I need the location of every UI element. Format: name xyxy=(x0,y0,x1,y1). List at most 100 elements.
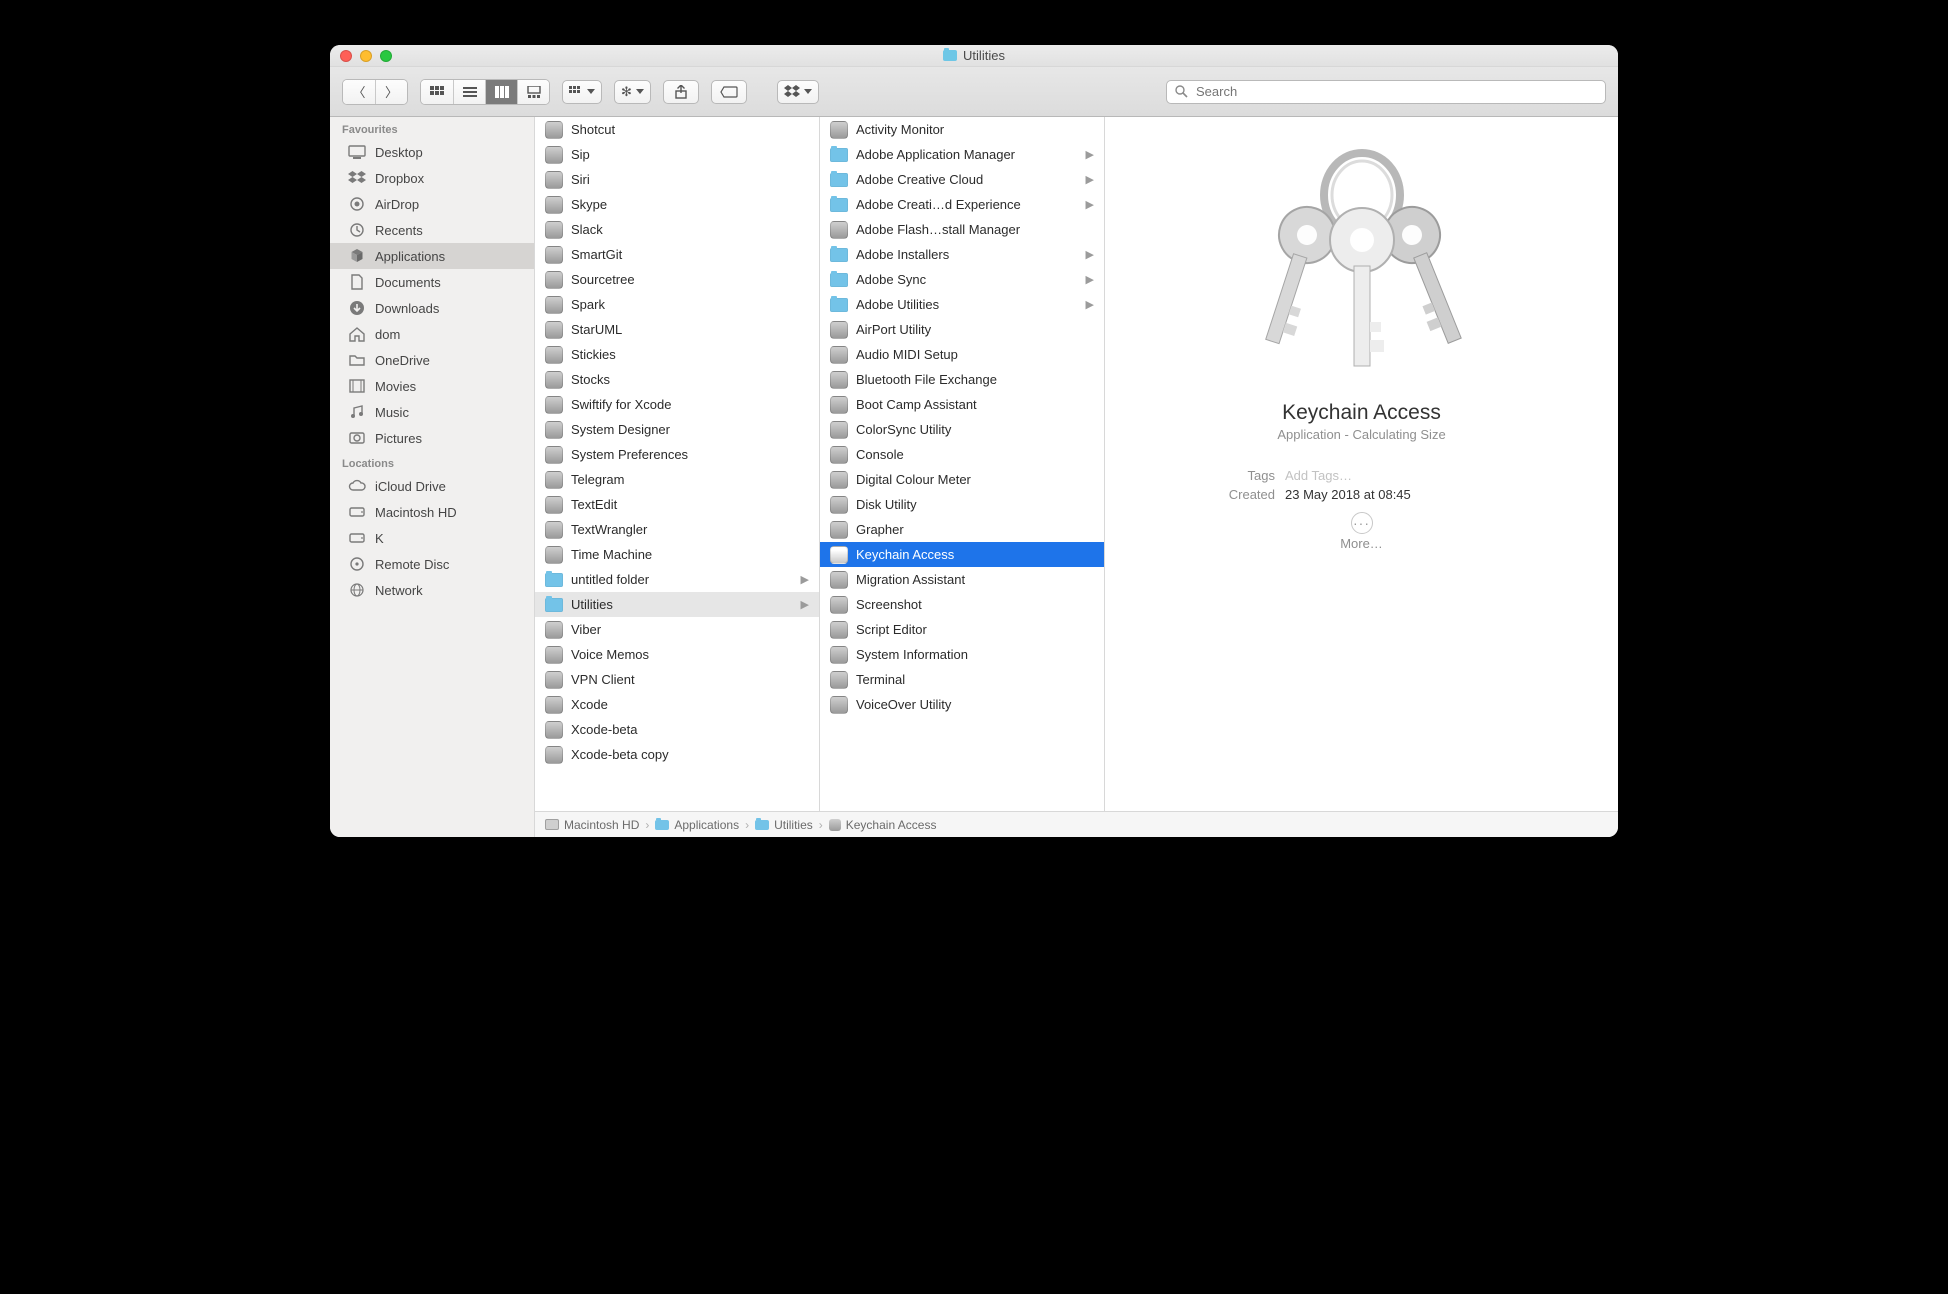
list-item[interactable]: Slack xyxy=(535,217,819,242)
list-item[interactable]: StarUML xyxy=(535,317,819,342)
sidebar-item-label: Recents xyxy=(375,223,423,238)
list-item[interactable]: Adobe Utilities▶ xyxy=(820,292,1104,317)
list-item[interactable]: Skype xyxy=(535,192,819,217)
list-item[interactable]: Disk Utility xyxy=(820,492,1104,517)
app-icon xyxy=(545,121,563,139)
app-icon xyxy=(545,196,563,214)
list-item[interactable]: Migration Assistant xyxy=(820,567,1104,592)
list-item[interactable]: Terminal xyxy=(820,667,1104,692)
gallery-view-button[interactable] xyxy=(517,80,549,104)
list-item[interactable]: Adobe Installers▶ xyxy=(820,242,1104,267)
dropbox-toolbar-button[interactable] xyxy=(777,80,819,104)
sidebar-item-music[interactable]: Music xyxy=(330,399,534,425)
sidebar-item-dropbox[interactable]: Dropbox xyxy=(330,165,534,191)
list-item[interactable]: Stickies xyxy=(535,342,819,367)
path-segment[interactable]: Macintosh HD xyxy=(545,818,639,832)
list-item[interactable]: Stocks xyxy=(535,367,819,392)
preview-subtitle: Application - Calculating Size xyxy=(1277,427,1445,442)
list-item[interactable]: untitled folder▶ xyxy=(535,567,819,592)
list-item-label: Console xyxy=(856,447,1094,462)
list-item[interactable]: System Preferences xyxy=(535,442,819,467)
list-item[interactable]: Voice Memos xyxy=(535,642,819,667)
path-segment[interactable]: Utilities xyxy=(755,818,813,832)
sidebar-item-downloads[interactable]: Downloads xyxy=(330,295,534,321)
back-button[interactable]: 〈 xyxy=(343,80,375,104)
sidebar-item-label: OneDrive xyxy=(375,353,430,368)
list-item[interactable]: Console xyxy=(820,442,1104,467)
folder-icon xyxy=(943,50,957,61)
sidebar-item-remote-disc[interactable]: Remote Disc xyxy=(330,551,534,577)
list-item[interactable]: Adobe Creative Cloud▶ xyxy=(820,167,1104,192)
sidebar-item-documents[interactable]: Documents xyxy=(330,269,534,295)
forward-button[interactable]: 〉 xyxy=(375,80,407,104)
sidebar-item-icloud-drive[interactable]: iCloud Drive xyxy=(330,473,534,499)
action-button[interactable]: ✻ xyxy=(614,80,651,104)
list-item[interactable]: TextEdit xyxy=(535,492,819,517)
group-by-button[interactable] xyxy=(562,80,602,104)
column-view-button[interactable] xyxy=(485,80,517,104)
list-item[interactable]: Spark xyxy=(535,292,819,317)
list-item[interactable]: Sourcetree xyxy=(535,267,819,292)
list-item[interactable]: Keychain Access xyxy=(820,542,1104,567)
list-item[interactable]: Xcode-beta xyxy=(535,717,819,742)
list-item[interactable]: Digital Colour Meter xyxy=(820,467,1104,492)
sidebar-item-recents[interactable]: Recents xyxy=(330,217,534,243)
list-item[interactable]: System Information xyxy=(820,642,1104,667)
list-item-label: Telegram xyxy=(571,472,809,487)
search-field[interactable] xyxy=(1166,80,1606,104)
list-item[interactable]: Boot Camp Assistant xyxy=(820,392,1104,417)
column-utilities[interactable]: Activity MonitorAdobe Application Manage… xyxy=(820,117,1105,811)
sidebar-item-dom[interactable]: dom xyxy=(330,321,534,347)
list-item[interactable]: Grapher xyxy=(820,517,1104,542)
share-button[interactable] xyxy=(663,80,699,104)
list-item[interactable]: Viber xyxy=(535,617,819,642)
list-item-label: untitled folder xyxy=(571,572,789,587)
list-item[interactable]: Swiftify for Xcode xyxy=(535,392,819,417)
sidebar-item-airdrop[interactable]: AirDrop xyxy=(330,191,534,217)
list-item[interactable]: Screenshot xyxy=(820,592,1104,617)
list-item[interactable]: Adobe Sync▶ xyxy=(820,267,1104,292)
list-item[interactable]: Activity Monitor xyxy=(820,117,1104,142)
list-item[interactable]: Time Machine xyxy=(535,542,819,567)
list-item[interactable]: Sip xyxy=(535,142,819,167)
path-segment[interactable]: Applications xyxy=(655,818,739,832)
list-item[interactable]: Adobe Flash…stall Manager xyxy=(820,217,1104,242)
list-item[interactable]: Xcode-beta copy xyxy=(535,742,819,767)
sidebar-item-desktop[interactable]: Desktop xyxy=(330,139,534,165)
list-item[interactable]: Adobe Application Manager▶ xyxy=(820,142,1104,167)
icon-view-button[interactable] xyxy=(421,80,453,104)
sidebar-section-header: Locations xyxy=(330,451,534,473)
list-item[interactable]: SmartGit xyxy=(535,242,819,267)
list-item[interactable]: AirPort Utility xyxy=(820,317,1104,342)
list-view-button[interactable] xyxy=(453,80,485,104)
list-item[interactable]: Siri xyxy=(535,167,819,192)
app-icon xyxy=(545,171,563,189)
sidebar-item-macintosh-hd[interactable]: Macintosh HD xyxy=(330,499,534,525)
preview-more[interactable]: ··· More… xyxy=(1340,512,1383,551)
sidebar-item-applications[interactable]: Applications xyxy=(330,243,534,269)
list-item[interactable]: ColorSync Utility xyxy=(820,417,1104,442)
sidebar-item-onedrive[interactable]: OneDrive xyxy=(330,347,534,373)
search-input[interactable] xyxy=(1194,83,1597,100)
path-segment[interactable]: Keychain Access xyxy=(829,818,937,832)
sidebar-item-network[interactable]: Network xyxy=(330,577,534,603)
list-item[interactable]: Script Editor xyxy=(820,617,1104,642)
list-item[interactable]: Utilities▶ xyxy=(535,592,819,617)
list-item[interactable]: VoiceOver Utility xyxy=(820,692,1104,717)
list-item[interactable]: Bluetooth File Exchange xyxy=(820,367,1104,392)
list-item[interactable]: Audio MIDI Setup xyxy=(820,342,1104,367)
column-applications[interactable]: ShotcutSipSiriSkypeSlackSmartGitSourcetr… xyxy=(535,117,820,811)
list-item[interactable]: Telegram xyxy=(535,467,819,492)
sidebar-item-movies[interactable]: Movies xyxy=(330,373,534,399)
tags-button[interactable] xyxy=(711,80,747,104)
list-item[interactable]: Shotcut xyxy=(535,117,819,142)
list-item[interactable]: System Designer xyxy=(535,417,819,442)
tags-field[interactable]: Add Tags… xyxy=(1285,468,1598,483)
list-item[interactable]: Xcode xyxy=(535,692,819,717)
list-item[interactable]: Adobe Creati…d Experience▶ xyxy=(820,192,1104,217)
sidebar-item-pictures[interactable]: Pictures xyxy=(330,425,534,451)
sidebar-item-k[interactable]: K xyxy=(330,525,534,551)
list-item[interactable]: TextWrangler xyxy=(535,517,819,542)
list-item[interactable]: VPN Client xyxy=(535,667,819,692)
app-icon xyxy=(830,696,848,714)
